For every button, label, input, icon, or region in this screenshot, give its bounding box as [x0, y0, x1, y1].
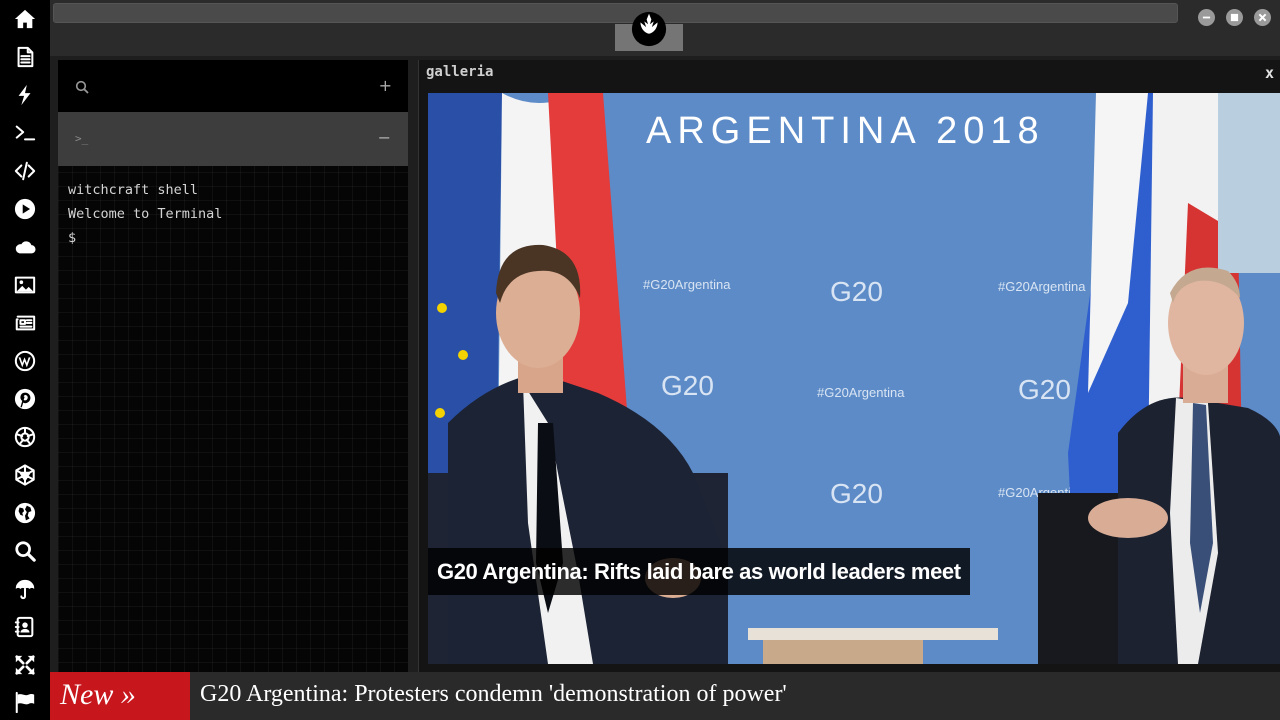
ticker-headline[interactable]: G20 Argentina: Protesters condemn 'demon… — [200, 672, 787, 720]
terminal-prompt: $ — [68, 230, 77, 246]
play-icon[interactable] — [0, 191, 50, 227]
terminal-prompt-icon: >_ — [75, 132, 89, 145]
logo-tab[interactable] — [615, 11, 683, 51]
maximize-button[interactable] — [1226, 9, 1243, 26]
close-window-button[interactable] — [1254, 9, 1271, 26]
minimize-icon — [1202, 16, 1211, 19]
gallery-caption[interactable]: G20 Argentina: Rifts laid bare as world … — [428, 548, 970, 595]
news-ticker: New » G20 Argentina: Protesters condemn … — [50, 672, 1280, 720]
contacts-icon[interactable] — [0, 609, 50, 645]
flag-icon[interactable] — [0, 684, 50, 720]
maximize-icon — [1230, 13, 1239, 22]
pinterest-icon[interactable] — [0, 381, 50, 417]
newspaper-icon[interactable] — [0, 305, 50, 341]
geodesic-icon[interactable] — [0, 457, 50, 493]
backdrop-banner: ARGENTINA 2018 — [646, 110, 1045, 152]
ticker-new-badge: New » — [50, 672, 190, 720]
galleria-title: galleria — [426, 64, 494, 80]
backdrop-hashtag: #G20Argentina — [998, 279, 1086, 294]
address-bar[interactable] — [53, 3, 1178, 23]
code-icon[interactable] — [0, 153, 50, 189]
galleria-close-button[interactable]: x — [1265, 64, 1274, 82]
terminal-panel: + >_ − witchcraft shell Welcome to Termi… — [58, 60, 408, 672]
galleria-panel: galleria x ARGENTINA 2018 #G20Argentina … — [418, 60, 1280, 672]
terminal-output[interactable]: witchcraft shell Welcome to Terminal $ — [68, 178, 222, 250]
minimize-button[interactable] — [1198, 9, 1215, 26]
wordpress-icon[interactable] — [0, 343, 50, 379]
collapse-terminal-button[interactable]: − — [378, 128, 391, 147]
terminal-tab[interactable]: >_ − — [58, 112, 408, 166]
backdrop-logo: G20 — [830, 276, 883, 307]
search-icon[interactable] — [0, 533, 50, 569]
document-icon[interactable] — [0, 39, 50, 75]
app-sidebar — [0, 0, 50, 720]
aperture-icon[interactable] — [0, 419, 50, 455]
globe-icon[interactable] — [0, 495, 50, 531]
bolt-icon[interactable] — [0, 77, 50, 113]
terminal-icon[interactable] — [0, 115, 50, 151]
terminal-line: witchcraft shell — [68, 182, 199, 198]
close-icon — [1258, 13, 1267, 22]
search-icon[interactable] — [75, 80, 89, 94]
backdrop-logo: G20 — [830, 478, 883, 509]
backdrop-hashtag: #G20Argentina — [643, 277, 731, 292]
umbrella-icon[interactable] — [0, 571, 50, 607]
home-icon[interactable] — [0, 1, 50, 37]
terminal-line: Welcome to Terminal — [68, 206, 223, 222]
backdrop-logo: G20 — [661, 370, 714, 401]
backdrop-logo: G20 — [1018, 374, 1071, 405]
add-terminal-button[interactable]: + — [379, 76, 392, 95]
terminal-search-bar[interactable]: + — [58, 60, 408, 112]
top-bar — [50, 0, 1280, 56]
image-icon[interactable] — [0, 267, 50, 303]
cloud-icon[interactable] — [0, 229, 50, 265]
backdrop-hashtag: #G20Argentina — [817, 385, 905, 400]
rebel-alliance-icon — [631, 11, 667, 47]
expand-icon[interactable] — [0, 647, 50, 683]
